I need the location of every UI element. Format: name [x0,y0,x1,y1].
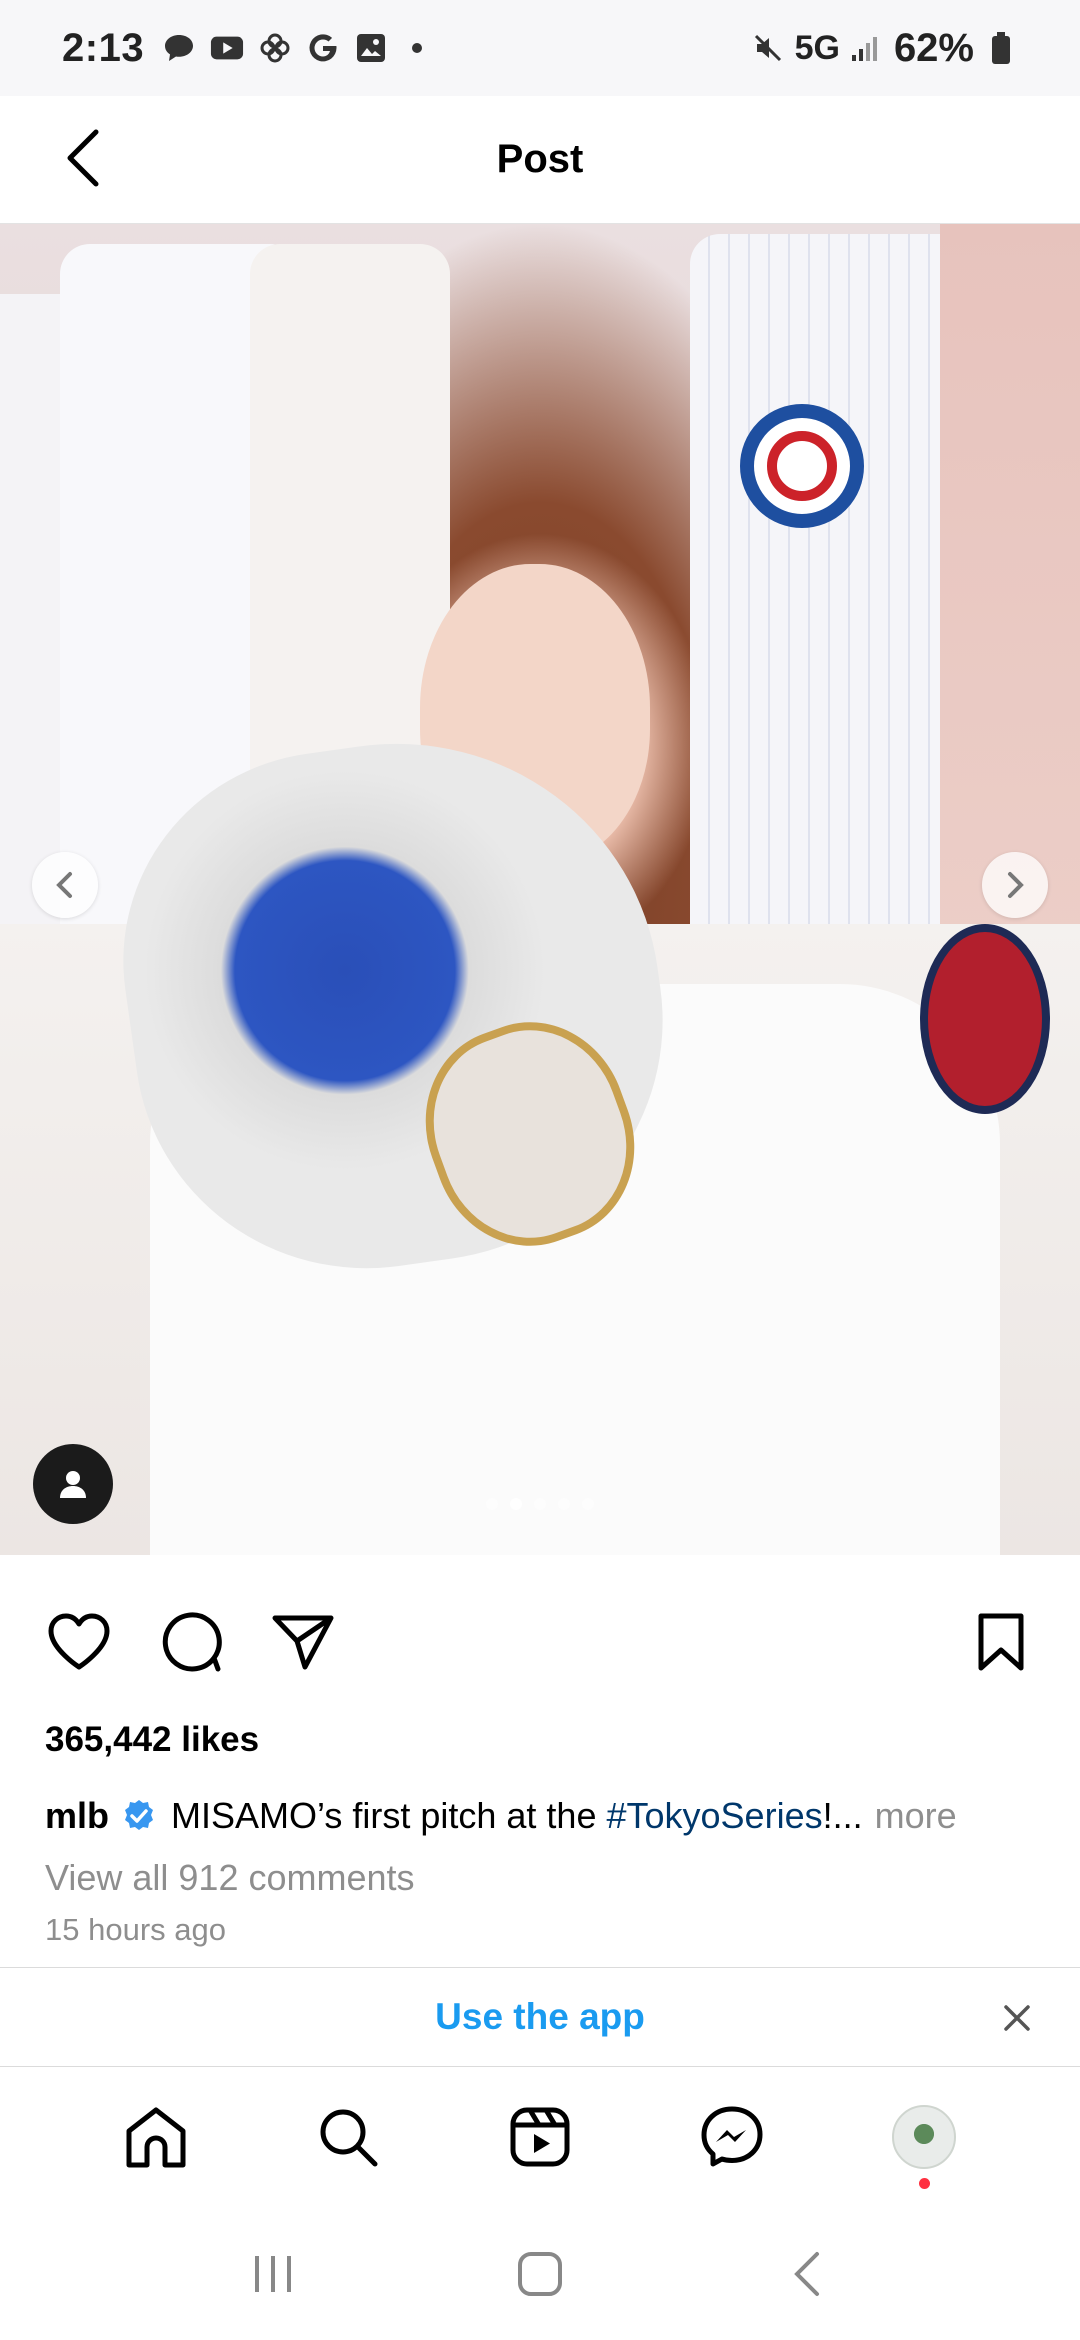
use-app-banner: Use the app [0,1967,1080,2067]
status-time: 2:13 [62,25,145,70]
post-timestamp: 15 hours ago [45,1912,226,1947]
close-banner-button[interactable] [994,1995,1040,2041]
post-image[interactable] [0,224,1080,1555]
close-icon [1004,2005,1030,2031]
status-right: 5G 62% [751,26,1018,71]
post-caption: mlb MISAMO’s first pitch at the #TokyoSe… [45,1795,1045,1837]
search-icon [320,2109,378,2167]
tagged-users-button[interactable] [33,1444,113,1524]
system-navigation [0,2207,1080,2340]
carousel-dots [486,1498,594,1510]
gallery-icon [354,31,388,65]
carousel-next-button[interactable] [982,852,1048,918]
back-system-button[interactable] [777,2244,837,2304]
pinwheel-icon [258,31,292,65]
use-app-button[interactable]: Use the app [435,1996,645,2038]
bottom-nav [0,2067,1080,2207]
save-button[interactable] [966,1607,1036,1677]
network-type: 5G [794,28,840,67]
nav-messenger[interactable] [692,2097,772,2177]
carousel-dot [582,1498,594,1510]
comment-button[interactable] [157,1607,227,1677]
google-icon [306,31,340,65]
comment-icon [162,1612,222,1672]
person-icon [60,1471,86,1498]
youtube-icon [210,31,244,65]
caption-text-end: !... [822,1795,863,1836]
carousel-dot [486,1498,498,1510]
cubs-logo [740,404,864,528]
page-title: Post [496,137,584,181]
chat-icon [162,31,196,65]
reels-icon [510,2107,570,2167]
post-actions [0,1555,1080,1725]
heart-icon [48,1613,110,1670]
more-notifications-dot-icon [412,43,423,53]
caption-hashtag[interactable]: #TokyoSeries [606,1795,822,1837]
notification-icons [162,31,423,65]
mute-icon [751,31,785,65]
nav-profile[interactable] [884,2097,964,2189]
caption-username[interactable]: mlb [45,1795,109,1837]
back-button[interactable] [52,126,116,190]
status-bar: 2:13 5G 62% [0,0,1080,96]
nav-home[interactable] [116,2097,196,2177]
chevron-left-icon [56,872,72,898]
carousel-dot [558,1498,570,1510]
likes-count[interactable]: 365,442 likes [45,1720,259,1760]
share-button[interactable] [268,1607,338,1677]
messenger-icon [701,2106,763,2167]
verified-badge-icon [121,1798,157,1834]
signal-icon [850,31,884,65]
home-square-icon [517,2251,562,2296]
back-chevron-icon [793,2251,819,2296]
like-button[interactable] [44,1607,114,1677]
home-icon [126,2107,186,2168]
home-system-button[interactable] [510,2244,570,2304]
carousel-dot [534,1498,546,1510]
battery-icon [984,31,1018,65]
caption-more-link[interactable]: more [875,1795,957,1837]
nav-reels[interactable] [500,2097,580,2177]
carousel-prev-button[interactable] [32,852,98,918]
post-header: Post [0,96,1080,224]
view-comments-link[interactable]: View all 912 comments [45,1857,415,1899]
send-icon [272,1615,334,1670]
avatar [892,2105,956,2169]
carousel-dot-active [510,1498,522,1510]
chevron-right-icon [1008,872,1024,898]
bookmark-icon [978,1613,1024,1671]
battery-level: 62% [893,25,974,70]
nav-search[interactable] [308,2097,388,2177]
recent-apps-icon [255,2255,292,2292]
back-arrow-icon [67,129,99,187]
caption-text: MISAMO’s first pitch at the [171,1795,607,1836]
sleeve-patch [920,924,1050,1114]
notification-dot-icon [919,2178,930,2189]
recent-apps-button[interactable] [243,2244,303,2304]
